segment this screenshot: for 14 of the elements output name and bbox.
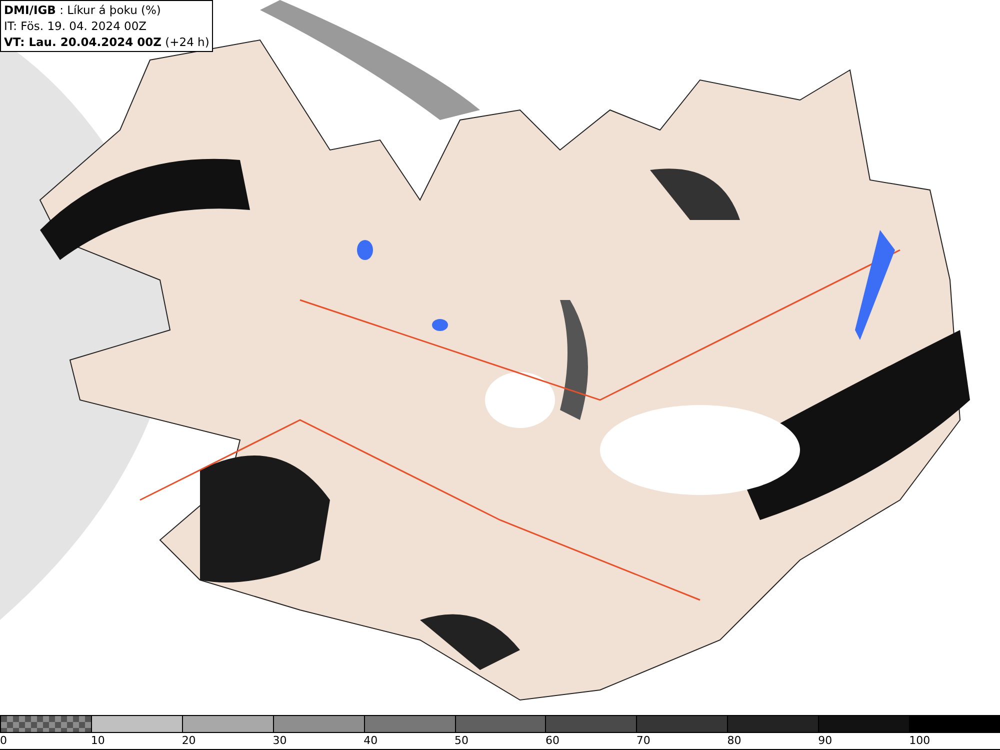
legend-label: 10 <box>90 734 105 747</box>
title-line: DMI/IGB : Líkur á þoku (%) <box>4 2 162 18</box>
legend-label: 0 <box>0 734 7 747</box>
legend-label: 50 <box>454 734 469 747</box>
legend-label: 20 <box>182 734 196 747</box>
legend-label: 70 <box>636 734 650 747</box>
legend-label: 30 <box>272 734 287 747</box>
title-line: IT: Fös. 19. 04. 2024 00Z <box>4 18 148 34</box>
legend-label: 90 <box>818 734 832 747</box>
legend-label: 40 <box>364 734 378 747</box>
title-line: VT: Lau. 20.04.2024 00Z (+24 h) <box>4 34 210 50</box>
legend-label: 60 <box>545 734 560 747</box>
legend-label: 80 <box>727 734 742 747</box>
legend-label: 100 <box>909 734 930 747</box>
